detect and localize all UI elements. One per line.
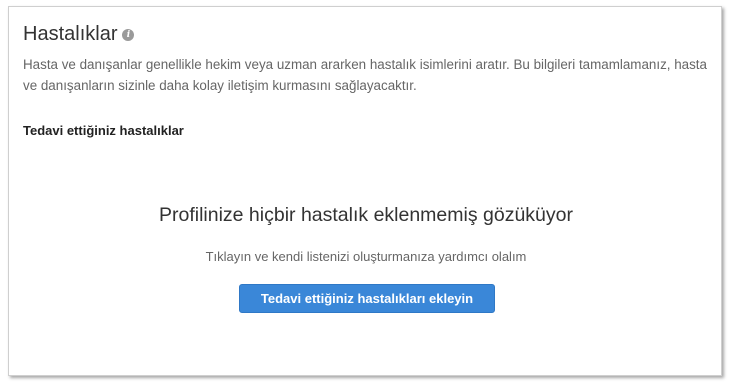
info-icon[interactable]: i <box>122 29 135 41</box>
panel-title: Hastalıklar <box>23 23 118 45</box>
diseases-panel: Hastalıklar i Hasta ve danışanlar genell… <box>8 6 722 376</box>
panel-header: Hastalıklar i <box>23 22 135 46</box>
panel-description: Hasta ve danışanlar genellikle hekim vey… <box>23 57 707 93</box>
add-diseases-button[interactable]: Tedavi ettiğiniz hastalıkları ekleyin <box>239 284 495 313</box>
empty-state-subtitle: Tıklayın ve kendi listenizi oluşturmanız… <box>205 249 527 264</box>
empty-state-title: Profilinize hiçbir hastalık eklenmemiş g… <box>158 204 573 226</box>
section-heading: Tedavi ettiğiniz hastalıklar <box>23 123 184 138</box>
